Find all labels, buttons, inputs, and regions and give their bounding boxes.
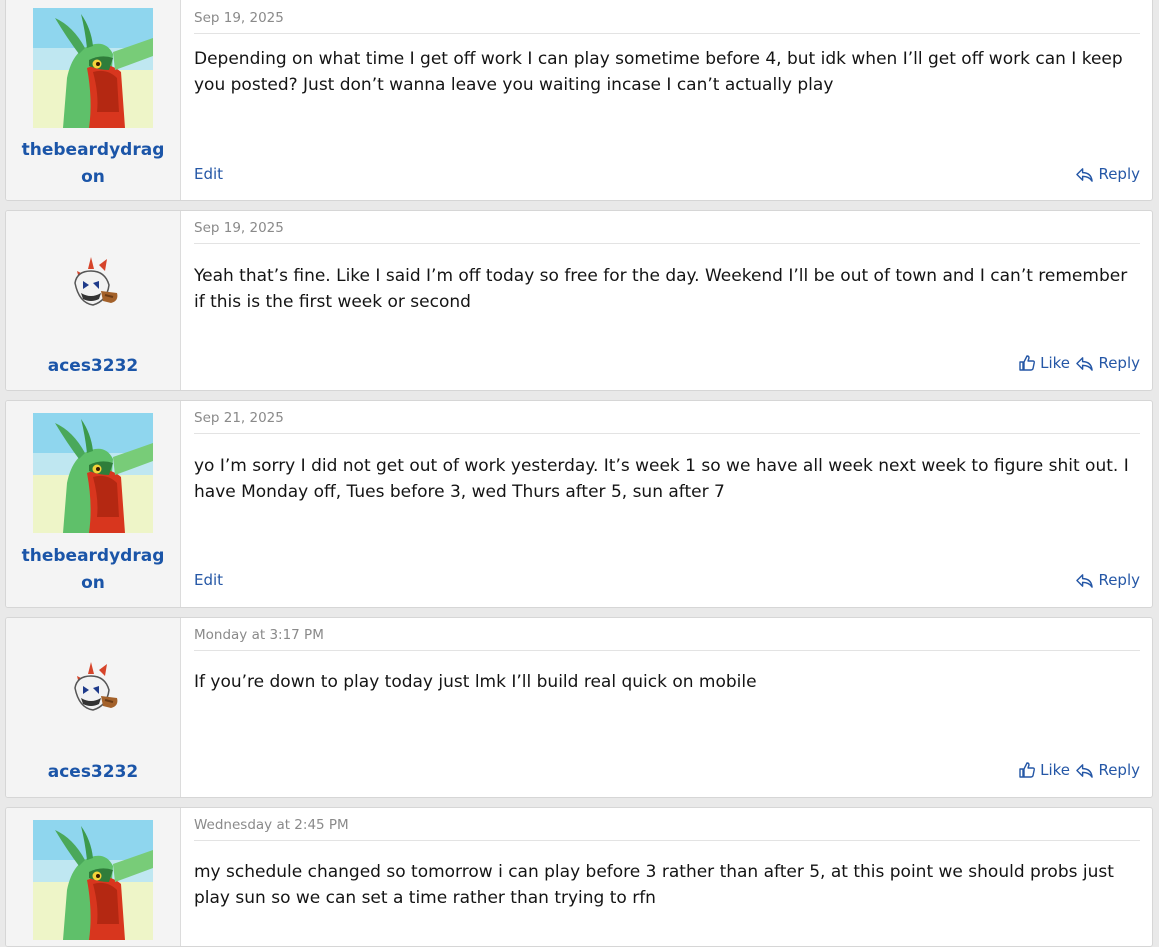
reply-icon [1075, 355, 1094, 372]
message-content: Wednesday at 2:45 PM my schedule changed… [181, 808, 1152, 946]
message-content: Monday at 3:17 PM If you’re down to play… [181, 618, 1152, 797]
thumbs-up-icon [1018, 761, 1036, 779]
message-content: Sep 21, 2025 yo I’m sorry I did not get … [181, 401, 1152, 607]
user-info-column: thebeardydragon [6, 401, 181, 607]
message-body: yo I’m sorry I did not get out of work y… [194, 456, 1129, 502]
reply-button[interactable]: Reply [1075, 761, 1140, 779]
avatar[interactable] [63, 255, 123, 315]
username-link[interactable]: aces3232 [6, 353, 180, 380]
message-body: my schedule changed so tomorrow i can pl… [194, 862, 1114, 908]
reply-button[interactable]: Reply [1075, 354, 1140, 372]
message-post: thebeardydragon Sep 19, 2025 Depending o… [5, 0, 1153, 201]
user-info-column: aces3232 [6, 618, 181, 797]
user-info-column: thebeardydragon [6, 0, 181, 200]
edit-button[interactable]: Edit [194, 165, 223, 183]
message-body: If you’re down to play today just lmk I’… [194, 672, 757, 692]
user-info-column [6, 808, 181, 946]
message-post: thebeardydragon Sep 21, 2025 yo I’m sorr… [5, 400, 1153, 608]
reply-button[interactable]: Reply [1075, 571, 1140, 589]
post-date[interactable]: Sep 21, 2025 [194, 410, 1140, 434]
avatar[interactable] [33, 413, 153, 533]
reply-icon [1075, 572, 1094, 589]
message-post: aces3232 Sep 19, 2025 Yeah that’s fine. … [5, 210, 1153, 391]
username-link[interactable]: thebeardydragon [6, 543, 180, 597]
post-date[interactable]: Wednesday at 2:45 PM [194, 817, 1140, 841]
reply-button[interactable]: Reply [1075, 165, 1140, 183]
reply-icon [1075, 762, 1094, 779]
message-post: Wednesday at 2:45 PM my schedule changed… [5, 807, 1153, 947]
post-date[interactable]: Sep 19, 2025 [194, 10, 1140, 34]
username-link[interactable]: thebeardydragon [6, 137, 180, 191]
avatar[interactable] [33, 8, 153, 128]
reply-icon [1075, 166, 1094, 183]
post-date[interactable]: Sep 19, 2025 [194, 220, 1140, 244]
message-content: Sep 19, 2025 Yeah that’s fine. Like I sa… [181, 211, 1152, 390]
like-button[interactable]: Like [1018, 761, 1070, 779]
message-post: aces3232 Monday at 3:17 PM If you’re dow… [5, 617, 1153, 798]
thumbs-up-icon [1018, 354, 1036, 372]
message-body: Depending on what time I get off work I … [194, 49, 1123, 95]
message-content: Sep 19, 2025 Depending on what time I ge… [181, 0, 1152, 200]
avatar[interactable] [63, 660, 123, 720]
like-button[interactable]: Like [1018, 354, 1070, 372]
avatar[interactable] [33, 820, 153, 940]
edit-button[interactable]: Edit [194, 571, 223, 589]
username-link[interactable]: aces3232 [6, 759, 180, 786]
message-body: Yeah that’s fine. Like I said I’m off to… [194, 266, 1128, 312]
post-date[interactable]: Monday at 3:17 PM [194, 627, 1140, 651]
user-info-column: aces3232 [6, 211, 181, 390]
